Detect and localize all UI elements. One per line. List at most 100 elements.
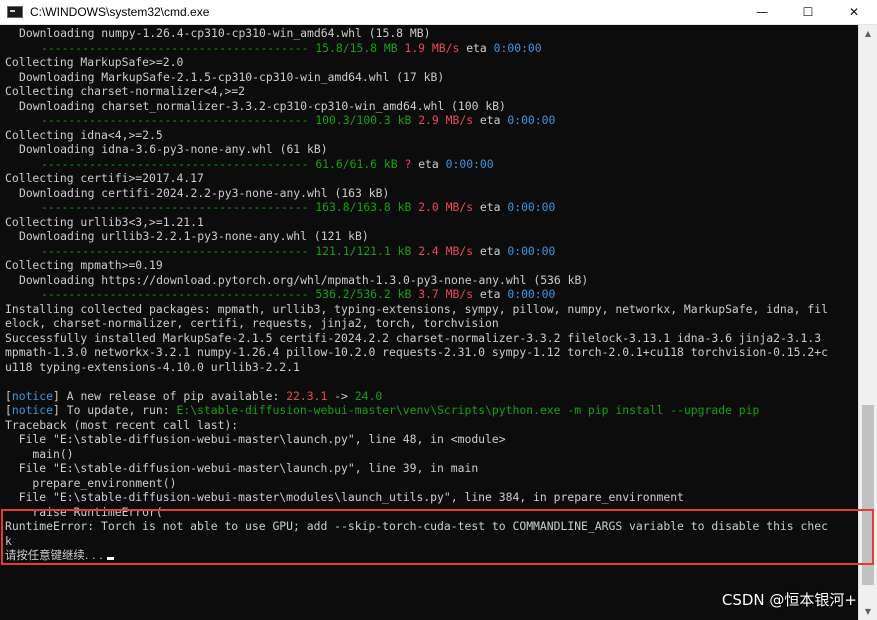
progress-eta-label: eta: [479, 243, 501, 258]
console-line: --------------------------------------- …: [5, 244, 858, 259]
minimize-button[interactable]: —: [739, 0, 785, 24]
close-button[interactable]: ✕: [831, 0, 877, 24]
console-line: --------------------------------------- …: [5, 113, 858, 128]
progress-eta: 0:00:00: [507, 243, 556, 258]
console-line: mpmath-1.3.0 networkx-3.2.1 numpy-1.26.4…: [5, 345, 858, 360]
console-text: Collecting mpmath>=0.19: [5, 258, 163, 272]
console-line: u118 typing-extensions-4.10.0 urllib3-2.…: [5, 360, 858, 375]
maximize-button[interactable]: ☐: [785, 0, 831, 24]
console-line: Collecting idna<4,>=2.5: [5, 128, 858, 143]
console-line: k: [5, 534, 858, 549]
pip-new-version: 24.0: [354, 388, 383, 403]
console-text: Collecting MarkupSafe>=2.0: [5, 55, 184, 69]
scroll-up-arrow-icon[interactable]: ▲: [859, 25, 877, 42]
console-text: k: [5, 533, 12, 548]
console-line: --------------------------------------- …: [5, 287, 858, 302]
progress-size: 121.1/121.1 kB: [315, 243, 412, 258]
notice-tag: notice: [11, 403, 54, 417]
console-text: RuntimeError: Torch is not able to use G…: [5, 519, 828, 533]
progress-bar-text: ---------------------------------------: [41, 156, 309, 171]
console-text: prepare_environment(): [5, 475, 177, 490]
console-line: Downloading certifi-2024.2.2-py3-none-an…: [5, 186, 858, 201]
progress-bar-text: ---------------------------------------: [41, 113, 309, 127]
progress-size: 15.8/15.8 MB: [315, 40, 398, 55]
progress-size: 61.6/61.6 kB: [315, 156, 398, 171]
console-text: File "E:\stable-diffusion-webui-master\m…: [5, 490, 684, 504]
console-line: Collecting urllib3<3,>=1.21.1: [5, 215, 858, 230]
console-line: --------------------------------------- …: [5, 200, 858, 215]
progress-eta: 0:00:00: [507, 113, 556, 127]
console-line: elock, charset-normalizer, certifi, requ…: [5, 316, 858, 331]
console-text: Downloading certifi-2024.2.2-py3-none-an…: [19, 185, 390, 200]
progress-eta-label: eta: [479, 287, 501, 301]
progress-speed: 2.0 MB/s: [418, 200, 474, 214]
console-text: Successfully installed MarkupSafe-2.1.5 …: [5, 330, 822, 345]
progress-eta: 0:00:00: [445, 156, 494, 171]
console-text: Collecting urllib3<3,>=1.21.1: [5, 214, 204, 229]
progress-speed: 2.4 MB/s: [418, 243, 474, 258]
progress-eta-label: eta: [479, 200, 501, 214]
console-line: Downloading MarkupSafe-2.1.5-cp310-cp310…: [5, 70, 858, 85]
notice-text: To update, run:: [59, 403, 177, 417]
pip-old-version: 22.3.1: [286, 388, 328, 403]
console-line: File "E:\stable-diffusion-webui-master\m…: [5, 490, 858, 505]
progress-bar-text: ---------------------------------------: [41, 287, 309, 301]
console-line: File "E:\stable-diffusion-webui-master\l…: [5, 461, 858, 476]
console-text: Collecting charset-normalizer<4,>=2: [5, 84, 246, 98]
progress-bar-text: ---------------------------------------: [41, 40, 309, 55]
console-line: Downloading idna-3.6-py3-none-any.whl (6…: [5, 142, 858, 157]
console-text: Downloading https://download.pytorch.org…: [19, 272, 589, 287]
watermark: CSDN @恒本银河+: [721, 591, 857, 609]
console-text: Collecting idna<4,>=2.5: [5, 127, 163, 142]
console-text: Collecting certifi>=2017.4.17: [5, 171, 204, 185]
console-line: Collecting MarkupSafe>=2.0: [5, 55, 858, 70]
console-line: [notice] To update, run: E:\stable-diffu…: [5, 403, 760, 417]
scroll-thumb[interactable]: [862, 405, 874, 585]
console-line: Collecting mpmath>=0.19: [5, 258, 858, 273]
console-line: --------------------------------------- …: [5, 41, 858, 56]
version-arrow: ->: [327, 388, 355, 403]
console-line: RuntimeError: Torch is not able to use G…: [5, 519, 858, 534]
progress-size: 100.3/100.3 kB: [315, 113, 412, 127]
console-line: Successfully installed MarkupSafe-2.1.5 …: [5, 331, 858, 346]
console-text: raise RuntimeError(: [5, 504, 163, 519]
vertical-scrollbar[interactable]: ▲ ▼: [858, 25, 877, 620]
progress-eta-label: eta: [479, 113, 501, 127]
console-line: [notice] A new release of pip available:…: [5, 388, 383, 403]
console-output[interactable]: Downloading numpy-1.26.4-cp310-cp310-win…: [0, 25, 858, 620]
console-text: Installing collected packages: mpmath, u…: [5, 301, 828, 316]
console-line: --------------------------------------- …: [5, 157, 858, 172]
console-line: Collecting certifi>=2017.4.17: [5, 171, 858, 186]
title-bar[interactable]: C:\WINDOWS\system32\cmd.exe — ☐ ✕: [0, 0, 877, 25]
console-line: Traceback (most recent call last):: [5, 418, 858, 433]
console-text: File "E:\stable-diffusion-webui-master\l…: [5, 432, 506, 446]
progress-eta: 0:00:00: [493, 40, 542, 55]
console-text: elock, charset-normalizer, certifi, requ…: [5, 316, 499, 330]
console-line: Downloading numpy-1.26.4-cp310-cp310-win…: [5, 26, 858, 41]
console-line: main(): [5, 447, 858, 462]
progress-size: 163.8/163.8 kB: [315, 200, 412, 214]
console-text: mpmath-1.3.0 networkx-3.2.1 numpy-1.26.4…: [5, 345, 828, 359]
press-any-key-prompt: 请按任意键继续. . .: [5, 548, 103, 562]
window-title: C:\WINDOWS\system32\cmd.exe: [30, 5, 210, 19]
console-line: Installing collected packages: mpmath, u…: [5, 302, 858, 317]
console-line: Downloading https://download.pytorch.org…: [5, 273, 858, 288]
progress-speed: ?: [404, 156, 412, 171]
console-text: Downloading charset_normalizer-3.3.2-cp3…: [19, 98, 506, 113]
progress-speed: 1.9 MB/s: [404, 40, 460, 55]
console-line: Downloading urllib3-2.2.1-py3-none-any.w…: [5, 229, 858, 244]
scroll-down-arrow-icon[interactable]: ▼: [859, 603, 877, 620]
progress-bar-text: ---------------------------------------: [41, 200, 309, 214]
progress-bar-text: ---------------------------------------: [41, 243, 309, 258]
progress-eta-label: eta: [466, 40, 487, 55]
progress-eta: 0:00:00: [507, 287, 556, 301]
console-line: File "E:\stable-diffusion-webui-master\l…: [5, 432, 858, 447]
console-text: main(): [5, 446, 74, 461]
console-text: u118 typing-extensions-4.10.0 urllib3-2.…: [5, 359, 300, 374]
console-line: Collecting charset-normalizer<4,>=2: [5, 84, 858, 99]
progress-eta: 0:00:00: [507, 200, 556, 214]
console-text: Downloading numpy-1.26.4-cp310-cp310-win…: [19, 26, 431, 40]
console-line: 请按任意键继续. . .: [5, 548, 858, 563]
progress-eta-label: eta: [418, 156, 439, 171]
